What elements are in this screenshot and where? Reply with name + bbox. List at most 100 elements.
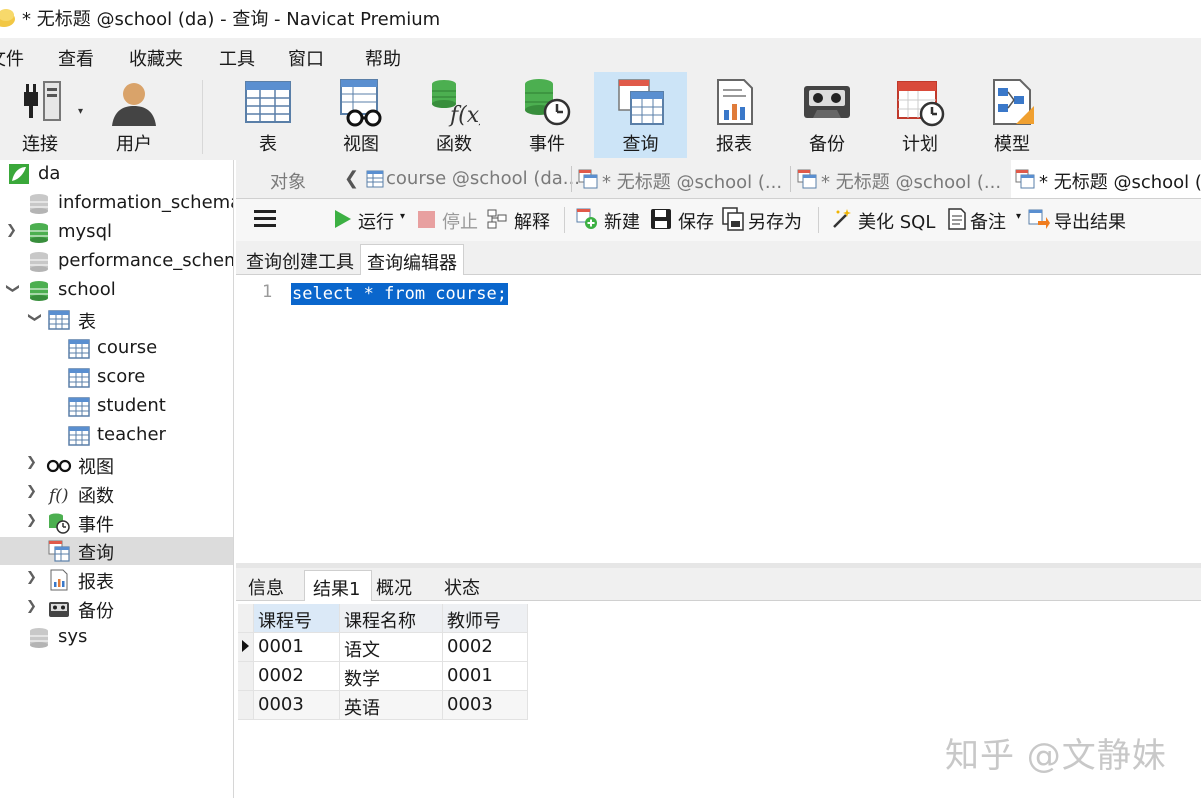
row-indicator[interactable]: [238, 633, 254, 662]
tab-status[interactable]: 状态: [434, 570, 500, 600]
database-icon-gray: [30, 628, 48, 648]
row-indicator[interactable]: [238, 662, 254, 691]
tree-db-performance-schema[interactable]: performance_schema: [0, 248, 233, 276]
stop-button[interactable]: 停止: [416, 207, 482, 233]
export-results-button[interactable]: 导出结果: [1028, 207, 1138, 233]
tree-folder-queries[interactable]: 查询: [0, 537, 233, 565]
tree-db-school[interactable]: ❯ school: [0, 277, 233, 305]
tab-label: 对象: [270, 172, 306, 193]
tree-label: teacher: [97, 424, 166, 445]
tree-table-course[interactable]: course: [0, 335, 233, 363]
view-button[interactable]: 视图: [315, 72, 407, 158]
tree-folder-views[interactable]: ❯ 视图: [0, 451, 233, 479]
menu-favorites[interactable]: 收藏夹: [129, 45, 183, 71]
function-button[interactable]: f(x) 函数: [408, 72, 500, 158]
save-as-icon: [722, 207, 744, 231]
column-header[interactable]: 课程名称: [340, 604, 443, 633]
tab-untitled-1[interactable]: * 无标题 @school (...: [576, 160, 788, 198]
tab-profile[interactable]: 概况: [370, 570, 434, 600]
report-button[interactable]: 报表: [688, 72, 780, 158]
save-button[interactable]: 保存: [650, 207, 720, 233]
query-button[interactable]: 查询: [594, 72, 687, 158]
tree-folder-functions[interactable]: ❯ f() 函数: [0, 480, 233, 508]
table-cell[interactable]: 0003: [254, 691, 340, 720]
connect-dropdown-icon[interactable]: ▾: [78, 106, 83, 117]
tab-result1[interactable]: 结果1: [304, 570, 372, 601]
table-cell[interactable]: 0001: [443, 662, 528, 691]
connection-leaf-icon: [9, 164, 29, 184]
save-as-button[interactable]: 另存为: [722, 207, 812, 233]
tree-table-student[interactable]: student: [0, 393, 233, 421]
window-title: * 无标题 @school (da) - 查询 - Navicat Premiu…: [22, 9, 441, 30]
tab-scroll-left-icon[interactable]: ❮: [344, 168, 359, 189]
expand-arrow-icon[interactable]: ❯: [26, 599, 40, 617]
tab-untitled-2[interactable]: * 无标题 @school (...: [795, 160, 1007, 198]
tab-objects[interactable]: 对象: [236, 160, 344, 198]
menu-help[interactable]: 帮助: [365, 45, 401, 71]
comment-button[interactable]: 备注 ▾: [946, 207, 1024, 233]
model-button[interactable]: 模型: [966, 72, 1058, 158]
cell-value: 0001: [258, 636, 304, 657]
menu-window[interactable]: 窗口: [288, 45, 324, 71]
user-icon: [112, 83, 156, 126]
backup-button[interactable]: 备份: [781, 72, 873, 158]
expand-arrow-icon[interactable]: ❯: [6, 223, 20, 241]
row-indicator[interactable]: [238, 691, 254, 720]
beautify-sql-button[interactable]: 美化 SQL: [830, 207, 936, 233]
tree-folder-events[interactable]: ❯ 事件: [0, 509, 233, 537]
table-cell[interactable]: 0001: [254, 633, 340, 662]
table-cell[interactable]: 数学: [340, 662, 443, 691]
sql-code-selected[interactable]: select * from course;: [291, 283, 508, 305]
menu-view[interactable]: 查看: [58, 45, 94, 71]
collapse-arrow-icon[interactable]: ❯: [24, 312, 42, 326]
table-icon: [366, 170, 384, 188]
tree-table-teacher[interactable]: teacher: [0, 422, 233, 450]
tree-folder-reports[interactable]: ❯ 报表: [0, 566, 233, 594]
table-icon: [245, 81, 291, 123]
column-header[interactable]: 教师号: [443, 604, 528, 633]
menu-file[interactable]: 文件: [0, 45, 24, 71]
run-button[interactable]: 运行 ▾: [332, 207, 412, 233]
table-button[interactable]: 表: [222, 72, 314, 158]
tab-course[interactable]: course @school (da...: [364, 160, 580, 198]
expand-arrow-icon[interactable]: ❯: [26, 484, 40, 502]
expand-arrow-icon[interactable]: ❯: [26, 455, 40, 473]
table-cell[interactable]: 语文: [340, 633, 443, 662]
table-icon: [68, 397, 90, 417]
tree-db-sys[interactable]: sys: [0, 624, 233, 652]
run-dropdown-icon[interactable]: ▾: [400, 211, 405, 222]
menu-tools[interactable]: 工具: [219, 45, 255, 71]
title-bar: * 无标题 @school (da) - 查询 - Navicat Premiu…: [0, 0, 1201, 38]
sql-editor[interactable]: 1 select * from course;: [236, 275, 1201, 563]
column-header[interactable]: 课程号: [254, 604, 340, 633]
tree-folder-tables[interactable]: ❯ 表: [0, 306, 233, 334]
schedule-button[interactable]: 计划: [874, 72, 966, 158]
connect-button[interactable]: 连接 ▾: [0, 72, 83, 158]
tree-db-information-schema[interactable]: information_schema: [0, 190, 233, 218]
tree-label: 事件: [78, 515, 114, 536]
event-button[interactable]: 事件: [501, 72, 593, 158]
tree-table-score[interactable]: score: [0, 364, 233, 392]
function-icon: f(): [48, 486, 69, 505]
comment-dropdown-icon[interactable]: ▾: [1016, 211, 1021, 222]
table-cell[interactable]: 英语: [340, 691, 443, 720]
user-button[interactable]: 用户: [94, 72, 174, 158]
tree-connection-da[interactable]: da: [0, 161, 233, 189]
tree-label: course: [97, 337, 158, 358]
tab-info[interactable]: 信息: [238, 570, 302, 600]
table-cell[interactable]: 0002: [443, 633, 528, 662]
new-query-button[interactable]: 新建: [576, 207, 646, 233]
tree-db-mysql[interactable]: ❯ mysql: [0, 219, 233, 247]
hamburger-menu-icon[interactable]: [254, 208, 278, 230]
collapse-arrow-icon[interactable]: ❯: [2, 283, 20, 297]
tree-folder-backups[interactable]: ❯ 备份: [0, 595, 233, 623]
expand-arrow-icon[interactable]: ❯: [26, 513, 40, 531]
tab-untitled-active[interactable]: * 无标题 @school (: [1011, 160, 1201, 198]
expand-arrow-icon[interactable]: ❯: [26, 570, 40, 588]
tab-query-editor[interactable]: 查询编辑器: [360, 244, 464, 275]
explain-button[interactable]: 解释: [486, 207, 556, 233]
table-cell[interactable]: 0003: [443, 691, 528, 720]
table-cell[interactable]: 0002: [254, 662, 340, 691]
tab-query-builder[interactable]: 查询创建工具: [238, 244, 356, 274]
tab-label: 信息: [248, 578, 284, 599]
